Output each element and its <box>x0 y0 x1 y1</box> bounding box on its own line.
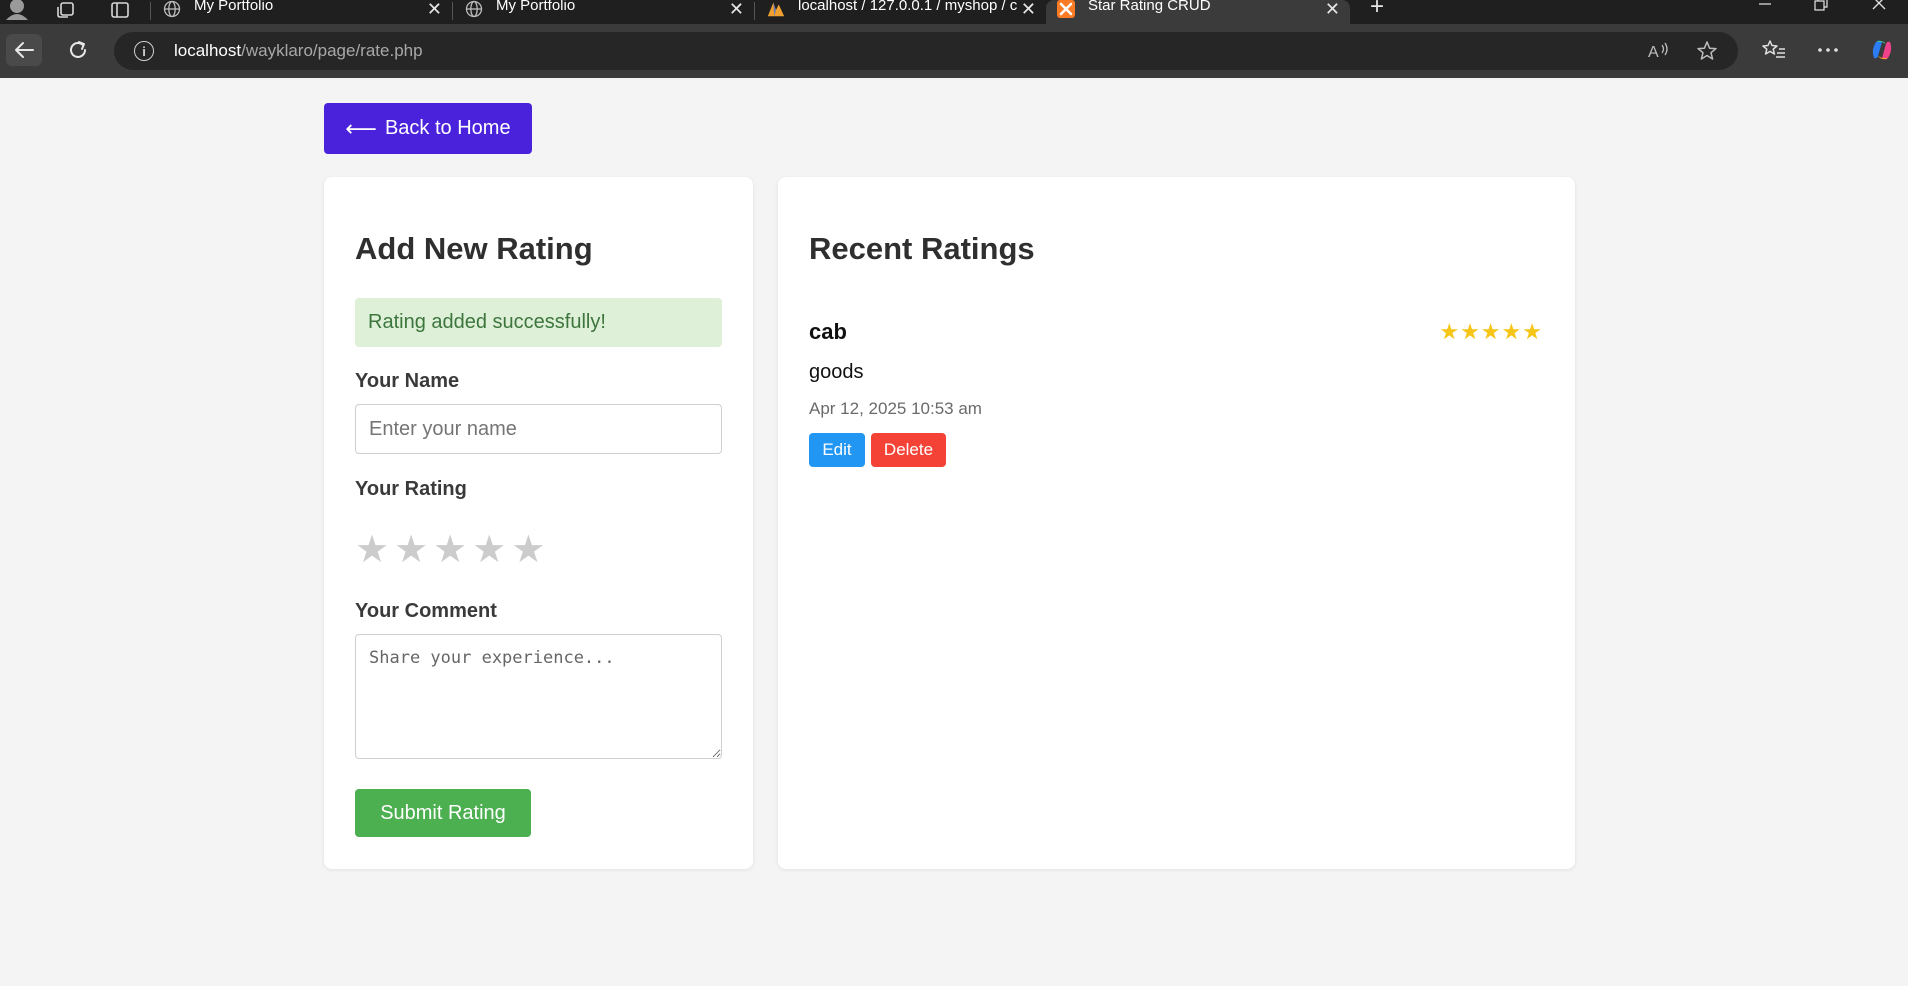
close-icon[interactable]: ✕ <box>729 0 744 20</box>
tab-title: Star Rating CRUD <box>1088 0 1211 14</box>
star-rating-input[interactable]: ★ ★ ★ ★ ★ <box>355 530 545 568</box>
name-input[interactable] <box>355 404 722 454</box>
star-filled-icon: ★ <box>1439 320 1460 345</box>
new-tab-icon[interactable]: + <box>1362 0 1392 20</box>
star-3-icon[interactable]: ★ <box>433 530 467 568</box>
add-rating-card: Add New Rating Rating added successfully… <box>324 177 753 869</box>
favorite-star-icon[interactable] <box>1696 40 1718 62</box>
recent-ratings-title: Recent Ratings <box>809 231 1035 266</box>
url-text[interactable]: localhost/wayklaro/page/rate.php <box>174 41 423 61</box>
tab-separator <box>150 2 151 20</box>
tab-my-portfolio-2[interactable]: My Portfolio ✕ <box>454 0 754 24</box>
name-label: Your Name <box>355 370 460 392</box>
rating-comment: goods <box>809 361 864 383</box>
close-icon[interactable]: ✕ <box>1021 0 1036 20</box>
favorites-list-icon[interactable] <box>1760 36 1788 64</box>
rating-stars: ★ ★ ★ ★ ★ <box>1439 322 1542 344</box>
tab-my-portfolio-1[interactable]: My Portfolio ✕ <box>152 0 452 24</box>
refresh-icon[interactable] <box>60 34 96 66</box>
comment-textarea[interactable] <box>355 634 722 759</box>
back-arrow-icon[interactable] <box>6 34 42 66</box>
tab-separator <box>452 2 453 20</box>
copilot-icon[interactable] <box>1868 36 1896 64</box>
success-alert: Rating added successfully! <box>355 298 722 347</box>
site-info-icon[interactable]: i <box>134 41 154 61</box>
back-to-home-label: Back to Home <box>384 117 511 139</box>
globe-icon <box>162 0 182 18</box>
minimize-icon[interactable] <box>1758 0 1772 21</box>
delete-button[interactable]: Delete <box>871 433 946 467</box>
star-1-icon[interactable]: ★ <box>355 530 389 568</box>
tab-star-rating-crud[interactable]: Star Rating CRUD ✕ <box>1046 0 1350 24</box>
xampp-icon <box>1056 0 1076 18</box>
close-icon[interactable]: ✕ <box>1325 0 1340 20</box>
browser-tab-bar: My Portfolio ✕ My Portfolio ✕ localhost … <box>0 0 1908 24</box>
url-path: /wayklaro/page/rate.php <box>241 41 423 60</box>
tab-title: My Portfolio <box>194 0 274 14</box>
left-arrow-icon: ⟵ <box>345 115 377 141</box>
star-2-icon[interactable]: ★ <box>394 530 428 568</box>
profile-avatar-icon[interactable] <box>4 0 30 20</box>
tab-separator <box>754 2 755 20</box>
recent-ratings-card: Recent Ratings cab ★ ★ ★ ★ ★ goods Apr 1… <box>778 177 1575 869</box>
restore-icon[interactable] <box>1814 0 1828 21</box>
read-aloud-icon[interactable]: A <box>1648 40 1670 62</box>
more-options-icon[interactable] <box>1814 36 1842 64</box>
form-title: Add New Rating <box>355 231 593 266</box>
address-bar[interactable]: i localhost/wayklaro/page/rate.php A <box>114 32 1738 70</box>
svg-text:A: A <box>1648 44 1659 61</box>
window-close-icon[interactable] <box>1871 0 1887 21</box>
rating-author-name: cab <box>809 319 847 344</box>
back-to-home-button[interactable]: ⟵ Back to Home <box>324 103 532 154</box>
star-filled-icon: ★ <box>1501 320 1522 345</box>
submit-rating-button[interactable]: Submit Rating <box>355 789 531 837</box>
tab-phpmyadmin[interactable]: localhost / 127.0.0.1 / myshop / cl ✕ <box>756 0 1046 24</box>
star-5-icon[interactable]: ★ <box>511 530 545 568</box>
workspaces-icon[interactable] <box>54 0 78 20</box>
star-4-icon[interactable]: ★ <box>472 530 506 568</box>
close-icon[interactable]: ✕ <box>427 0 442 20</box>
tab-title: localhost / 127.0.0.1 / myshop / cl <box>798 0 1018 14</box>
edit-button[interactable]: Edit <box>809 433 865 467</box>
rating-label: Your Rating <box>355 478 467 500</box>
browser-toolbar: i localhost/wayklaro/page/rate.php A <box>0 24 1908 78</box>
tab-actions-icon[interactable] <box>108 0 132 20</box>
star-filled-icon: ★ <box>1460 320 1480 345</box>
rating-date: Apr 12, 2025 10:53 am <box>809 399 982 418</box>
comment-label: Your Comment <box>355 600 497 622</box>
star-filled-icon: ★ <box>1522 320 1542 345</box>
phpmyadmin-icon <box>766 0 786 18</box>
tab-title: My Portfolio <box>496 0 576 14</box>
url-host: localhost <box>174 41 242 60</box>
star-filled-icon: ★ <box>1480 320 1501 345</box>
globe-icon <box>464 0 484 18</box>
